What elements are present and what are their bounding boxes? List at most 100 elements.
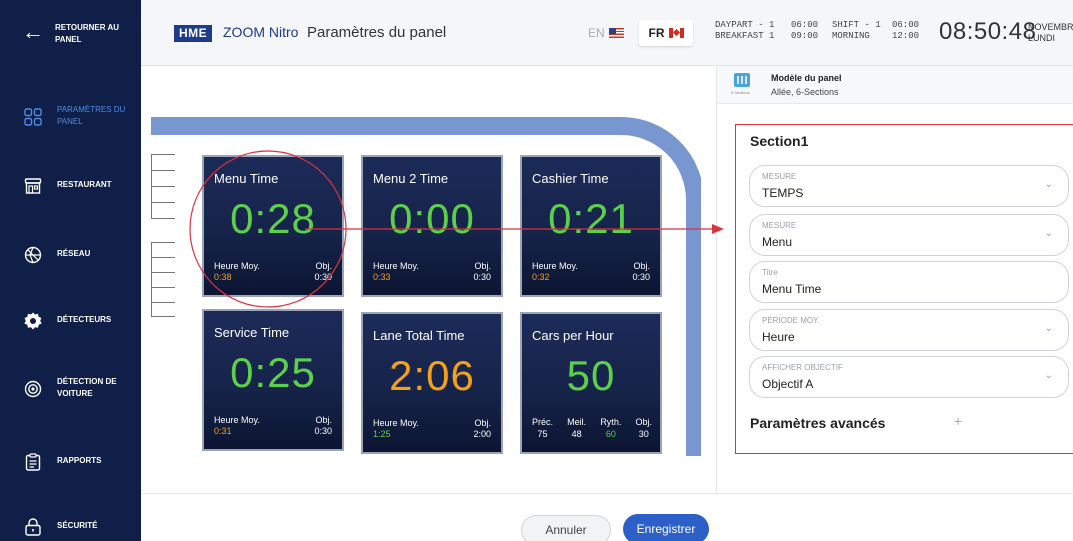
- shift-start: 06:00: [892, 20, 920, 30]
- measure-type-select[interactable]: MESURE TEMPS ⌄: [749, 165, 1069, 207]
- tile-value: 2:06: [389, 352, 475, 399]
- stat-previous: Préc. 75: [532, 416, 553, 440]
- language-fr-button[interactable]: FR: [639, 20, 693, 46]
- tile-objective: Obj. 0:30: [314, 261, 332, 283]
- tile-average-label: Heure Moy.: [532, 261, 578, 271]
- sidebar-item-detectors[interactable]: DÉTECTEURS: [0, 300, 141, 340]
- stat-label: Obj.: [635, 417, 652, 427]
- sidebar-item-network[interactable]: RÉSEAU: [0, 234, 141, 274]
- lane-marker: [151, 170, 175, 171]
- current-date: NOVEMBRE LUNDI: [1028, 22, 1073, 44]
- action-bar: Annuler Enregistrer: [141, 493, 1073, 541]
- tile-average-label: Heure Moy.: [214, 261, 260, 271]
- section-settings-panel: 6 Sections Modèle du panel Allée, 6-Sect…: [716, 66, 1073, 493]
- shift-end: 12:00: [892, 31, 920, 41]
- title-input[interactable]: Titre Menu Time: [749, 261, 1069, 303]
- back-to-panel-button[interactable]: ← RETOURNER AU PANEL: [0, 0, 141, 64]
- stat-label: Meil.: [567, 417, 587, 427]
- chevron-down-icon: ⌄: [1044, 179, 1053, 190]
- lane-marker: [151, 186, 175, 187]
- tile-title: Menu Time: [214, 171, 279, 186]
- shift-label: SHIFT - 1: [832, 20, 881, 30]
- car-detection-icon: [24, 380, 42, 398]
- tile-objective-value: 0:30: [632, 272, 650, 282]
- stat-label: Préc.: [532, 417, 554, 427]
- sidebar-item-security[interactable]: SÉCURITÉ: [0, 506, 141, 541]
- field-label: MESURE: [762, 172, 797, 181]
- layout-grid-icon: [734, 73, 750, 87]
- lane-marker: [151, 202, 175, 203]
- field-label: AFFICHER OBJECTIF: [762, 363, 843, 372]
- tile-title: Cashier Time: [532, 171, 609, 186]
- tile-stats: Préc. 75 Meil. 48 Ryth. 60 Obj. 30: [532, 416, 652, 440]
- tile-value: 50: [566, 352, 616, 399]
- stat-objective: Obj. 30: [635, 416, 652, 440]
- field-value: Menu: [762, 235, 793, 249]
- tile-menu-2-time[interactable]: Menu 2 Time 0:00 Heure Moy. 0:33 Obj. 0:…: [361, 155, 503, 297]
- sidebar-item-panel-settings[interactable]: PARAMÈTRES DU PANEL: [0, 96, 141, 136]
- tile-objective-label: Obj.: [315, 261, 332, 271]
- stat-value: 75: [537, 429, 548, 439]
- stat-label: Ryth.: [600, 417, 622, 427]
- tile-average-value: 0:38: [214, 272, 232, 282]
- date-month: NOVEMBRE: [1028, 22, 1073, 32]
- page-title: Paramètres du panel: [307, 24, 447, 41]
- tile-cashier-time[interactable]: Cashier Time 0:21 Heure Moy. 0:32 Obj. 0…: [520, 155, 662, 297]
- section-title: Section1: [750, 133, 809, 149]
- language-en-button[interactable]: EN: [588, 26, 624, 40]
- model-subtitle: Allée, 6-Sections: [771, 87, 839, 97]
- panel-grid-icon: [24, 108, 42, 126]
- average-period-select[interactable]: PÉRIODE MOY. Heure ⌄: [749, 309, 1069, 351]
- current-time: 08:50:48: [939, 18, 1037, 45]
- lane-marker: [151, 272, 175, 273]
- stat-value: 48: [571, 429, 582, 439]
- advanced-settings-toggle[interactable]: Paramètres avancés: [750, 415, 885, 431]
- tile-average: Heure Moy. 1:25: [373, 418, 419, 440]
- tile-objective-value: 0:30: [314, 272, 332, 282]
- sidebar-item-restaurant[interactable]: RESTAURANT: [0, 165, 141, 205]
- measure-select[interactable]: MESURE Menu ⌄: [749, 214, 1069, 256]
- shift-times: 06:00 12:00: [892, 20, 919, 42]
- sidebar-item-label: RAPPORTS: [57, 456, 102, 465]
- language-fr-label: FR: [648, 26, 665, 40]
- stat-value: 30: [638, 429, 649, 439]
- tile-menu-time[interactable]: Menu Time 0:28 Heure Moy. 0:38 Obj. 0:30: [202, 155, 344, 297]
- field-label: PÉRIODE MOY.: [762, 316, 820, 325]
- shift-info: SHIFT - 1 MORNING: [832, 20, 881, 42]
- save-button[interactable]: Enregistrer: [623, 514, 709, 541]
- panel-model[interactable]: 6 Sections Modèle du panel Allée, 6-Sect…: [717, 66, 1073, 104]
- clipboard-icon: [25, 453, 41, 471]
- tile-average-label: Heure Moy.: [214, 415, 260, 425]
- back-arrow-icon: ←: [22, 19, 44, 44]
- tile-average: Heure Moy. 0:33: [373, 261, 419, 283]
- tile-value: 0:21: [548, 195, 634, 242]
- hme-logo: HME: [174, 25, 213, 42]
- daypart-name: BREAKFAST 1: [715, 31, 775, 41]
- stat-value: 60: [605, 429, 616, 439]
- tile-average-value: 0:32: [532, 272, 550, 282]
- sidebar-item-car-detection[interactable]: DÉTECTION DE VOITURE: [0, 368, 141, 408]
- sidebar-item-reports[interactable]: RAPPORTS: [0, 441, 141, 481]
- tile-lane-total-time[interactable]: Lane Total Time 2:06 Heure Moy. 1:25 Obj…: [361, 312, 503, 454]
- tile-service-time[interactable]: Service Time 0:25 Heure Moy. 0:31 Obj. 0…: [202, 309, 344, 451]
- tile-average-value: 0:33: [373, 272, 391, 282]
- tile-objective: Obj. 0:30: [632, 261, 650, 283]
- tile-value: 0:25: [230, 349, 316, 396]
- tile-objective-label: Obj.: [315, 415, 332, 425]
- product-name: ZOOM Nitro: [223, 24, 299, 40]
- stat-best: Meil. 48: [567, 416, 586, 440]
- cancel-button[interactable]: Annuler: [521, 515, 611, 541]
- date-day: LUNDI: [1028, 33, 1056, 43]
- tile-cars-per-hour[interactable]: Cars per Hour 50 Préc. 75 Meil. 48 Ryth.…: [520, 312, 662, 454]
- daypart-end: 09:00: [791, 31, 819, 41]
- sidebar-item-label: DÉTECTION DE VOITURE: [57, 377, 117, 398]
- tile-objective-value: 0:30: [314, 426, 332, 436]
- lane-marker: [151, 242, 175, 243]
- field-label: MESURE: [762, 221, 797, 230]
- plus-icon[interactable]: +: [954, 413, 962, 429]
- sidebar-item-label: RÉSEAU: [57, 249, 91, 258]
- store-icon: [24, 178, 42, 194]
- daypart-start: 06:00: [791, 20, 819, 30]
- show-objective-select[interactable]: AFFICHER OBJECTIF Objectif A ⌄: [749, 356, 1069, 398]
- panel-preview-canvas: Menu Time 0:28 Heure Moy. 0:38 Obj. 0:30…: [141, 66, 716, 493]
